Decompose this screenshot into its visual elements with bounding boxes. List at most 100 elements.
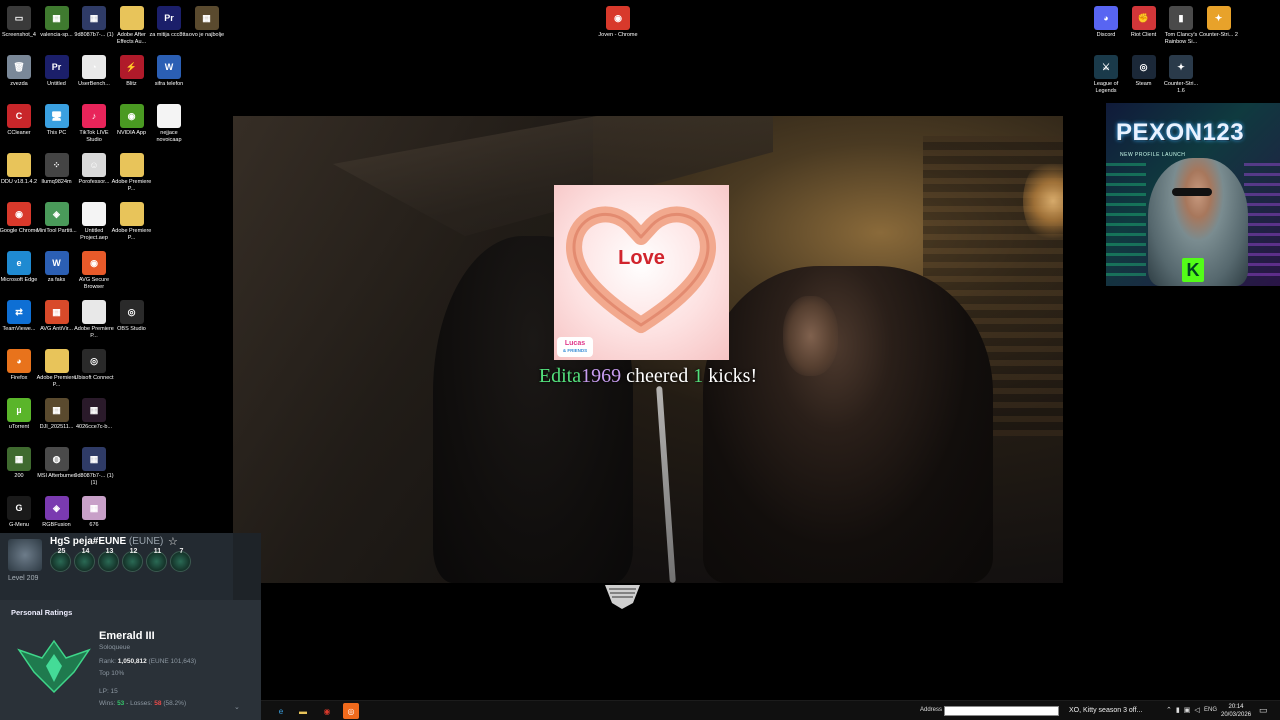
- tray-chevron-icon[interactable]: ⌃: [1166, 706, 1172, 714]
- desktop-shortcut[interactable]: ▦ ovo je najbolje: [188, 6, 226, 39]
- desktop-shortcut[interactable]: ✦ Counter-Stri... 1.6: [1162, 55, 1200, 94]
- mastery-badge[interactable]: 11: [146, 548, 167, 572]
- desktop-shortcut[interactable]: ▦ DJI_202511...: [38, 398, 76, 431]
- desktop-shortcut[interactable]: nejjace novoicaap: [150, 104, 188, 143]
- league-points: LP: 15: [99, 688, 118, 695]
- shortcut-label: 200: [14, 473, 24, 479]
- network-icon[interactable]: ▣: [1184, 706, 1191, 714]
- shortcut-label: 4026cce7c-b...: [75, 424, 113, 430]
- webcam-overlay: PEXON123 NEW PROFILE LAUNCH K: [1106, 103, 1280, 286]
- file-explorer-icon[interactable]: ▬: [295, 703, 311, 719]
- desktop-shortcut[interactable]: ◈ RGBFusion: [38, 496, 76, 529]
- favorite-star-icon[interactable]: ☆: [168, 535, 178, 548]
- desktop-shortcut[interactable]: ▮ Tom Clancy's Rainbow Si...: [1162, 6, 1200, 45]
- desktop-shortcut[interactable]: Pr Untitled: [38, 55, 76, 88]
- language-indicator[interactable]: ENG: [1204, 707, 1217, 713]
- desktop-shortcut[interactable]: Wza faks: [38, 251, 76, 284]
- desktop-shortcut[interactable]: ⚡ Blitz: [113, 55, 151, 88]
- league-icon: ⚔: [1094, 55, 1118, 79]
- desktop-shortcut[interactable]: ✊ Riot Client: [1125, 6, 1163, 39]
- desktop-shortcut[interactable]: ◉ NVIDIA App: [113, 104, 151, 137]
- desktop-shortcut[interactable]: ✦ Counter-Stri... 2: [1199, 6, 1238, 39]
- desktop-shortcut[interactable]: Adobe Premiere P...: [37, 349, 76, 388]
- desktop-shortcut[interactable]: µ uTorrent: [0, 398, 38, 431]
- edge-taskbar-icon[interactable]: e: [273, 703, 289, 719]
- desktop-shortcut[interactable]: ⚔ League of Legends: [1087, 55, 1125, 94]
- top-percent: Top 10%: [99, 670, 125, 677]
- mastery-badges: 25 14 13 12 11 7: [50, 548, 191, 572]
- desktop-shortcut[interactable]: ▦ valencia-sp...: [38, 6, 76, 39]
- desktop-shortcut[interactable]: Adobe Premiere P...: [112, 153, 151, 192]
- desktop-shortcut[interactable]: ◎ Steam: [1125, 55, 1163, 88]
- image-icon: ▦: [82, 6, 106, 30]
- mastery-badge[interactable]: 14: [74, 548, 95, 572]
- desktop-shortcut[interactable]: ▦ 200: [0, 447, 38, 480]
- desktop-shortcut[interactable]: ⇄ TeamViewe...: [0, 300, 38, 333]
- desktop-shortcut[interactable]: ◍ MSI Afterburner: [37, 447, 76, 480]
- desktop-shortcut[interactable]: Untitled Project.aep: [75, 202, 113, 241]
- desktop-shortcut[interactable]: ◈ MiniTool Partiti...: [36, 202, 77, 235]
- address-label: Address: [920, 707, 943, 713]
- desktop-shortcut[interactable]: Adobe After Effects Au...: [113, 6, 151, 45]
- desktop-shortcut[interactable]: Pr za mitija ccc8tta: [149, 6, 189, 39]
- desktop-shortcut[interactable]: ⁘ Ilumq9824m: [38, 153, 76, 186]
- clock-date: 20/03/2026: [1221, 712, 1252, 718]
- gmenu-icon: G: [7, 496, 31, 520]
- folder-icon: [119, 153, 144, 177]
- desktop-shortcut[interactable]: e Microsoft Edge: [0, 251, 38, 284]
- webcam-neon-right: [1244, 163, 1280, 283]
- address-input[interactable]: [944, 706, 1059, 716]
- chevron-down-icon[interactable]: ⌄: [234, 703, 240, 711]
- desktop-shortcut[interactable]: ◉ Joven - Chrome: [598, 6, 638, 39]
- mastery-badge[interactable]: 13: [98, 548, 119, 572]
- mic-icon[interactable]: ▮: [1176, 706, 1180, 714]
- desktop-shortcut[interactable]: ◕ Discord: [1087, 6, 1125, 39]
- brand-name: Lucas: [564, 340, 586, 347]
- avatar[interactable]: [8, 539, 42, 571]
- rank-line: Rank: 1,050,812 (EUNE 101,643): [99, 658, 196, 665]
- desktop-shortcut[interactable]: DDU v18.1.4.2: [0, 153, 38, 186]
- desktop-shortcut[interactable]: Adobe Premiere P...: [112, 202, 151, 241]
- notification-icon[interactable]: ▭: [1259, 705, 1268, 716]
- desktop-shortcut[interactable]: C CCleaner: [0, 104, 38, 137]
- desktop-shortcut[interactable]: ◎ Ubisoft Connect: [74, 349, 114, 382]
- desktop-shortcut[interactable]: ◔ UserBench...: [75, 55, 113, 88]
- shortcut-label: Firefox: [10, 375, 28, 381]
- desktop-shortcut[interactable]: Wsifra telefon: [150, 55, 188, 88]
- steam-taskbar-icon[interactable]: ◎: [343, 703, 359, 719]
- desktop-shortcut[interactable]: ▦ AVG AntiVir...: [38, 300, 76, 333]
- desktop-shortcut[interactable]: ☺ Porofessor...: [75, 153, 113, 186]
- clock[interactable]: 20:14 20/03/2026: [1221, 703, 1251, 719]
- desktop-shortcut[interactable]: G G-Menu: [0, 496, 38, 529]
- media-title[interactable]: XO, Kitty season 3 off...: [1069, 707, 1142, 714]
- desktop-shortcut[interactable]: ◉ Google Chrome: [0, 202, 38, 235]
- desktop-shortcut[interactable]: ◎ OBS Studio: [113, 300, 151, 333]
- mastery-level: 13: [105, 548, 114, 555]
- mastery-badge[interactable]: 7: [170, 548, 191, 572]
- chrome-taskbar-icon[interactable]: ◉: [319, 703, 335, 719]
- alert-username-suffix: 1969: [581, 365, 622, 387]
- volume-icon[interactable]: ◁: [1194, 706, 1199, 714]
- desktop-shortcut[interactable]: 🖥 This PC: [38, 104, 76, 137]
- teamviewer-icon: ⇄: [7, 300, 31, 324]
- avg-browser-icon: ◉: [82, 251, 106, 275]
- ubisoft-icon: ◎: [82, 349, 106, 373]
- desktop-shortcut[interactable]: ▦ 9d8087b7-... (1) (1): [74, 447, 114, 486]
- desktop-shortcut[interactable]: ▦ 4026cce7c-b...: [75, 398, 113, 431]
- desktop-shortcut[interactable]: ▦ 9d8087b7-... (1): [74, 6, 114, 39]
- desktop-shortcut[interactable]: ▦ 676: [75, 496, 113, 529]
- shortcut-label: za faks: [47, 277, 66, 283]
- desktop-shortcut[interactable]: ♪ TikTok LIVE Studio: [75, 104, 113, 143]
- desktop-shortcut[interactable]: 🗑 zvezda: [0, 55, 38, 88]
- summoner-id: HgS peja#EUNE: [50, 536, 127, 547]
- desktop-shortcut[interactable]: ◉ AVG Secure Browser: [75, 251, 113, 290]
- summoner-name: HgS peja#EUNE (EUNE): [50, 536, 163, 547]
- shortcut-label: Riot Client: [1130, 32, 1157, 38]
- mastery-badge[interactable]: 12: [122, 548, 143, 572]
- desktop-shortcut[interactable]: Adobe Premiere P...: [74, 300, 114, 339]
- mastery-badge[interactable]: 25: [50, 548, 71, 572]
- desktop-shortcut[interactable]: ▭ Screenshot_4: [0, 6, 38, 39]
- shortcut-label: Joven - Chrome: [598, 32, 638, 38]
- shortcut-label: Discord: [1096, 32, 1116, 38]
- desktop-shortcut[interactable]: ◕ Firefox: [0, 349, 38, 382]
